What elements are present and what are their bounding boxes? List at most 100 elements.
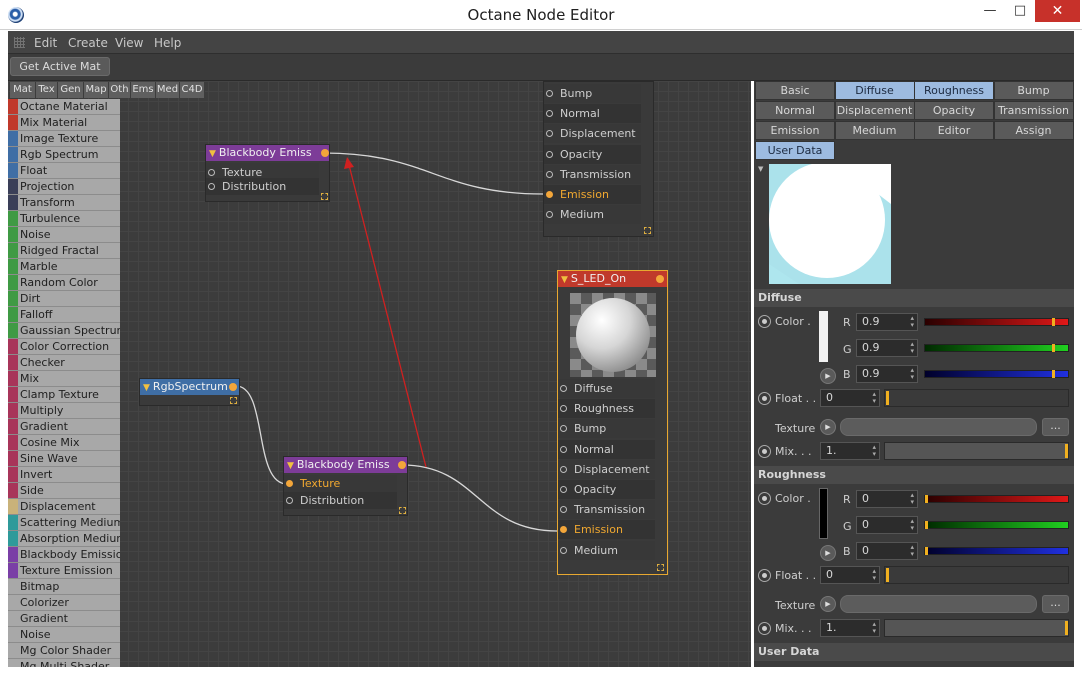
roughness-color-radio[interactable] [758, 492, 771, 505]
slider-knob[interactable] [886, 391, 889, 405]
slider-knob[interactable] [925, 495, 928, 503]
tab-assign[interactable]: Assign [993, 121, 1074, 140]
slider-knob[interactable] [1052, 370, 1055, 378]
port-icon[interactable] [560, 546, 567, 554]
diffuse-texture-button[interactable] [840, 418, 1037, 436]
roughness-float-field[interactable]: 0 ▴ ▾ [820, 566, 880, 584]
spinner-icon[interactable]: ▴ ▾ [910, 518, 914, 532]
diffuse-texture-more-button[interactable]: ... [1042, 418, 1069, 436]
resize-handle-icon[interactable] [657, 564, 664, 571]
pin-normal[interactable]: Normal [544, 104, 641, 124]
resize-handle-icon[interactable] [399, 507, 406, 514]
port-icon[interactable] [546, 110, 553, 118]
tab-basic[interactable]: Basic [755, 81, 835, 100]
spinner-icon[interactable]: ▴ ▾ [910, 341, 914, 355]
diffuse-mix-field[interactable]: 1. ▴ ▾ [820, 442, 880, 460]
node-header[interactable]: ▼ RgbSpectrum [140, 379, 239, 395]
slider-knob[interactable] [886, 568, 889, 582]
tab-user-data[interactable]: User Data [755, 141, 835, 160]
diffuse-mix-radio[interactable] [758, 445, 771, 458]
roughness-mix-field[interactable]: 1. ▴ ▾ [820, 619, 880, 637]
pin-distribution[interactable]: Distribution [284, 492, 397, 509]
slider-knob[interactable] [925, 547, 928, 555]
roughness-b-slider[interactable] [924, 547, 1069, 555]
roughness-float-slider[interactable] [884, 566, 1069, 584]
slider-knob[interactable] [1052, 318, 1055, 326]
get-active-mat-button[interactable]: Get Active Mat [10, 57, 110, 76]
rgbspectrum-node[interactable]: ▼ RgbSpectrum [139, 378, 240, 406]
tab-normal[interactable]: Normal [755, 101, 835, 120]
diffuse-r-slider[interactable] [924, 318, 1069, 326]
roughness-mix-radio[interactable] [758, 622, 771, 635]
pin-bump[interactable]: Bump [558, 419, 655, 439]
blackbody-node-2[interactable]: ▼ Blackbody Emiss Texture Distribution [283, 456, 408, 516]
resize-handle-icon[interactable] [321, 193, 328, 200]
pin-bump[interactable]: Bump [544, 84, 641, 103]
play-icon[interactable]: ▶ [820, 596, 836, 612]
menu-create[interactable]: Create [68, 36, 108, 50]
roughness-b-field[interactable]: 0 ▴ ▾ [856, 542, 918, 560]
resize-handle-icon[interactable] [230, 397, 237, 404]
tab-roughness[interactable]: Roughness [914, 81, 994, 100]
collapse-triangle-icon[interactable]: ▼ [561, 275, 568, 285]
output-port[interactable] [656, 275, 664, 283]
roughness-color-swatch[interactable] [819, 488, 828, 539]
pin-transmission[interactable]: Transmission [544, 164, 641, 184]
node-header[interactable]: ▼ S_LED_On [558, 271, 667, 287]
slider-knob[interactable] [1052, 344, 1055, 352]
port-icon[interactable] [560, 526, 567, 534]
pin-emission[interactable]: Emission [558, 520, 655, 540]
diffuse-g-slider[interactable] [924, 344, 1069, 352]
menu-edit[interactable]: Edit [34, 36, 57, 50]
close-button[interactable]: ✕ [1035, 0, 1080, 22]
output-port[interactable] [398, 461, 406, 469]
play-icon[interactable]: ▶ [820, 545, 836, 561]
output-port[interactable] [321, 149, 329, 157]
pin-displacement[interactable]: Displacement [544, 124, 641, 144]
tab-opacity[interactable]: Opacity [914, 101, 994, 120]
grip-icon[interactable] [14, 37, 25, 48]
roughness-texture-button[interactable] [840, 595, 1037, 613]
tab-emission[interactable]: Emission [755, 121, 835, 140]
spinner-icon[interactable]: ▴ ▾ [910, 367, 914, 381]
sled-material-node[interactable]: ▼ S_LED_On Diffuse Roughness Bump Normal Disp… [557, 270, 668, 575]
user-data-section-header[interactable]: User Data [754, 643, 1074, 661]
blackbody-node-1[interactable]: ▼ Blackbody Emiss Texture Distribution [205, 144, 330, 202]
collapse-triangle-icon[interactable]: ▼ [287, 461, 294, 471]
tab-editor[interactable]: Editor [914, 121, 994, 140]
tab-displacement[interactable]: Displacement [834, 101, 915, 120]
port-icon[interactable] [546, 191, 553, 198]
roughness-mix-slider[interactable] [884, 619, 1069, 637]
pin-opacity[interactable]: Opacity [558, 480, 655, 499]
diffuse-float-field[interactable]: 0 ▴ ▾ [820, 389, 880, 407]
port-icon[interactable] [560, 385, 567, 392]
roughness-r-slider[interactable] [924, 495, 1069, 503]
output-port[interactable] [229, 383, 237, 391]
slider-knob[interactable] [1065, 444, 1068, 458]
node-header[interactable]: ▼ Blackbody Emiss [206, 145, 329, 161]
spinner-icon[interactable]: ▴ ▾ [872, 568, 876, 582]
spinner-icon[interactable]: ▴ ▾ [910, 492, 914, 506]
pin-texture[interactable]: Texture [284, 475, 397, 492]
diffuse-g-field[interactable]: 0.9 ▴ ▾ [856, 339, 918, 357]
material-node-top[interactable]: Bump Normal Displacement Opacity Transmissio… [543, 81, 654, 237]
spinner-icon[interactable]: ▴ ▾ [910, 315, 914, 329]
pin-diffuse[interactable]: Diffuse [558, 379, 655, 398]
roughness-texture-more-button[interactable]: ... [1042, 595, 1069, 613]
port-icon[interactable] [208, 183, 215, 190]
pin-transmission[interactable]: Transmission [558, 500, 655, 520]
menu-view[interactable]: View [115, 36, 143, 50]
pin-medium[interactable]: Medium [558, 540, 655, 560]
pin-emission[interactable]: Emission [544, 185, 641, 204]
tab-diffuse[interactable]: Diffuse [834, 81, 915, 100]
diffuse-color-swatch[interactable] [819, 311, 828, 362]
port-icon[interactable] [560, 486, 567, 493]
resize-handle-icon[interactable] [644, 227, 651, 234]
port-icon[interactable] [560, 506, 567, 514]
spinner-icon[interactable]: ▴ ▾ [910, 544, 914, 558]
tab-bump[interactable]: Bump [993, 81, 1074, 100]
roughness-g-field[interactable]: 0 ▴ ▾ [856, 516, 918, 534]
pin-medium[interactable]: Medium [544, 205, 641, 225]
port-icon[interactable] [546, 211, 553, 219]
dropdown-triangle-icon[interactable]: ▼ [758, 165, 763, 173]
